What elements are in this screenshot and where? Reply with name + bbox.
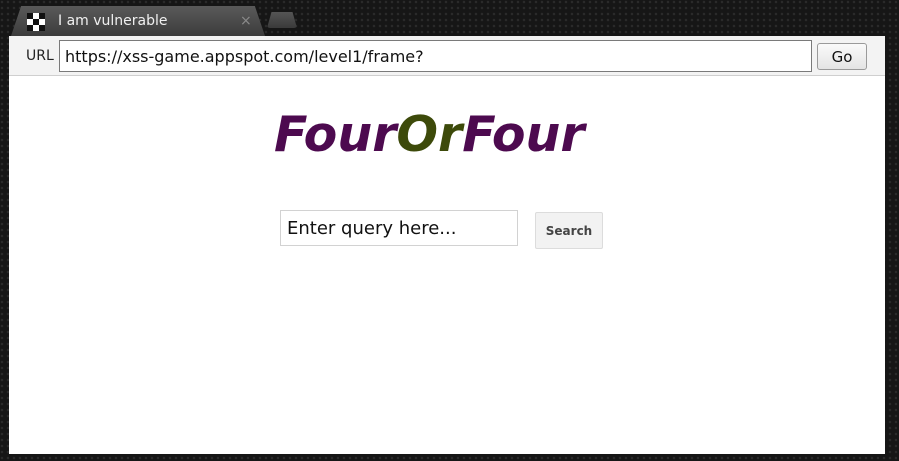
tab-active[interactable]: I am vulnerable × xyxy=(11,6,265,36)
page-content: FourOrFour Search xyxy=(9,76,885,454)
logo-text-four-2: Four xyxy=(462,106,585,163)
close-icon[interactable]: × xyxy=(240,12,252,30)
browser-window: I am vulnerable × URL Go FourOrFour Sear… xyxy=(0,0,899,461)
url-label: URL xyxy=(26,48,54,64)
new-tab-button[interactable] xyxy=(267,12,297,28)
tab-strip: I am vulnerable × xyxy=(0,0,899,36)
checkered-favicon-icon xyxy=(27,13,45,31)
logo-text-or: Or xyxy=(396,106,463,163)
address-toolbar: URL Go xyxy=(9,36,885,76)
search-input[interactable] xyxy=(280,210,518,246)
search-button[interactable]: Search xyxy=(535,212,603,249)
tab-title: I am vulnerable xyxy=(58,13,168,29)
go-button[interactable]: Go xyxy=(817,43,867,70)
logo-text-four: Four xyxy=(274,106,397,163)
site-logo: FourOrFour xyxy=(274,106,585,164)
url-input[interactable] xyxy=(59,40,812,72)
